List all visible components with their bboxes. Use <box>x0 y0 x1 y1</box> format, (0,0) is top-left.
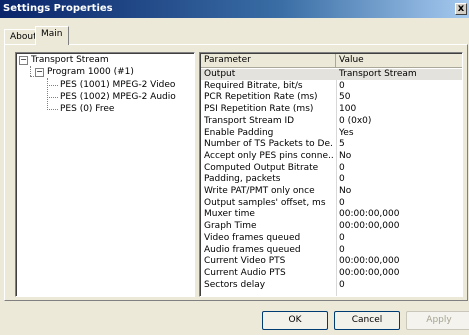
table-row[interactable]: Accept only PES pins conne... No <box>201 150 462 162</box>
stream-tree[interactable]: − Transport Stream − Program 1000 (#1) PES… <box>15 52 195 297</box>
parameter-value[interactable]: 50 <box>337 92 462 103</box>
table-row[interactable]: Computed Output Bitrate 0 <box>201 162 462 174</box>
table-row[interactable]: PCR Repetition Rate (ms) 50 <box>201 92 462 103</box>
collapse-icon[interactable]: − <box>19 56 28 65</box>
parameter-name: Current Audio PTS <box>204 267 286 278</box>
parameter-value[interactable]: No <box>337 186 462 197</box>
tree-connector <box>47 109 58 110</box>
parameter-value[interactable]: 0 <box>337 163 462 174</box>
table-row[interactable]: Sectors delay 0 <box>201 279 462 291</box>
tab-main[interactable]: Main <box>35 26 69 45</box>
tree-connector <box>47 85 58 86</box>
close-icon[interactable]: x <box>455 3 467 15</box>
tree-connector <box>30 66 31 76</box>
parameter-name: PCR Repetition Rate (ms) <box>204 92 318 103</box>
parameter-value[interactable]: 00:00:00,000 <box>337 221 462 232</box>
window-title: Settings Properties <box>3 3 113 14</box>
parameter-name: Number of TS Packets to De... <box>204 139 333 150</box>
parameter-name: Enable Padding <box>204 127 274 138</box>
apply-button[interactable]: Apply <box>406 311 469 330</box>
table-row[interactable]: Transport Stream ID 0 (0x0) <box>201 115 462 127</box>
tree-node-pes-video[interactable]: PES (1001) MPEG-2 Video <box>60 79 175 91</box>
grid-header: Parameter Value <box>201 54 462 68</box>
parameter-value[interactable]: 0 <box>337 174 462 185</box>
tree-node-pes-audio[interactable]: PES (1002) MPEG-2 Audio <box>60 91 176 103</box>
parameter-value[interactable]: 5 <box>337 139 462 150</box>
cancel-button[interactable]: Cancel <box>334 311 400 330</box>
parameter-value[interactable]: 00:00:00,000 <box>337 268 462 279</box>
table-row[interactable]: Enable Padding Yes <box>201 127 462 139</box>
parameter-name: Output samples' offset, ms <box>204 197 326 208</box>
parameter-value[interactable]: 100 <box>337 104 462 115</box>
tree-connector <box>47 97 58 98</box>
parameter-value[interactable]: 0 <box>337 280 462 291</box>
parameter-name: Transport Stream ID <box>204 115 295 126</box>
table-row[interactable]: Padding, packets 0 <box>201 174 462 185</box>
parameter-name: Computed Output Bitrate <box>204 162 319 173</box>
parameter-value[interactable]: 0 (0x0) <box>337 116 462 127</box>
title-bar: Settings Properties x <box>0 0 469 18</box>
collapse-icon[interactable]: − <box>35 68 44 77</box>
parameter-value[interactable]: 00:00:00,000 <box>337 256 462 267</box>
tree-node-label: Transport Stream <box>31 55 109 65</box>
parameter-name: Output <box>204 69 236 79</box>
parameter-name: Write PAT/PMT only once <box>204 186 315 196</box>
table-row[interactable]: PSI Repetition Rate (ms) 100 <box>201 104 462 115</box>
column-header-parameter[interactable]: Parameter <box>201 54 336 68</box>
table-row[interactable]: Output samples' offset, ms 0 <box>201 197 462 209</box>
parameter-name: Required Bitrate, bit/s <box>204 80 303 91</box>
parameter-grid[interactable]: Parameter Value Output Transport Stream Re… <box>199 52 463 297</box>
tree-node-pes-free[interactable]: PES (0) Free <box>60 103 114 115</box>
settings-properties-window: Settings Properties x About Main − Transp… <box>0 0 469 335</box>
parameter-value[interactable]: 0 <box>337 233 462 244</box>
table-row[interactable]: Current Audio PTS 00:00:00,000 <box>201 267 462 279</box>
table-row[interactable]: Number of TS Packets to De... 5 <box>201 139 462 150</box>
table-row[interactable]: Current Video PTS 00:00:00,000 <box>201 256 462 267</box>
parameter-name: Video frames queued <box>204 232 301 243</box>
table-row[interactable]: Audio frames queued 0 <box>201 244 462 256</box>
parameter-value[interactable]: No <box>337 151 462 162</box>
table-row[interactable]: Graph Time 00:00:00,000 <box>201 221 462 232</box>
tree-node-program[interactable]: − Program 1000 (#1) <box>35 66 134 78</box>
table-row[interactable]: Required Bitrate, bit/s 0 <box>201 80 462 92</box>
table-row[interactable]: Output Transport Stream <box>201 69 462 80</box>
ok-button[interactable]: OK <box>262 311 328 330</box>
parameter-name: Audio frames queued <box>204 244 301 255</box>
table-row[interactable]: Muxer time 00:00:00,000 <box>201 209 462 220</box>
parameter-value[interactable]: 00:00:00,000 <box>337 209 462 220</box>
parameter-value[interactable]: 0 <box>337 245 462 256</box>
parameter-name: Accept only PES pins conne... <box>204 150 333 161</box>
column-header-value[interactable]: Value <box>336 54 462 68</box>
parameter-value[interactable]: 0 <box>337 81 462 92</box>
tree-node-label: Program 1000 (#1) <box>47 67 134 77</box>
parameter-name: Muxer time <box>204 209 255 220</box>
tree-node-transport-stream[interactable]: − Transport Stream <box>19 54 109 66</box>
parameter-name: PSI Repetition Rate (ms) <box>204 104 314 115</box>
parameter-value[interactable]: 0 <box>337 198 462 209</box>
parameter-name: Padding, packets <box>204 174 281 185</box>
tree-connector <box>47 78 48 110</box>
parameter-name: Graph Time <box>204 221 257 232</box>
parameter-name: Sectors delay <box>204 279 266 290</box>
parameter-value[interactable]: Transport Stream <box>337 69 462 80</box>
table-row[interactable]: Write PAT/PMT only once No <box>201 186 462 197</box>
table-row[interactable]: Video frames queued 0 <box>201 232 462 244</box>
parameter-value[interactable]: Yes <box>337 128 462 139</box>
parameter-name: Current Video PTS <box>204 256 286 267</box>
